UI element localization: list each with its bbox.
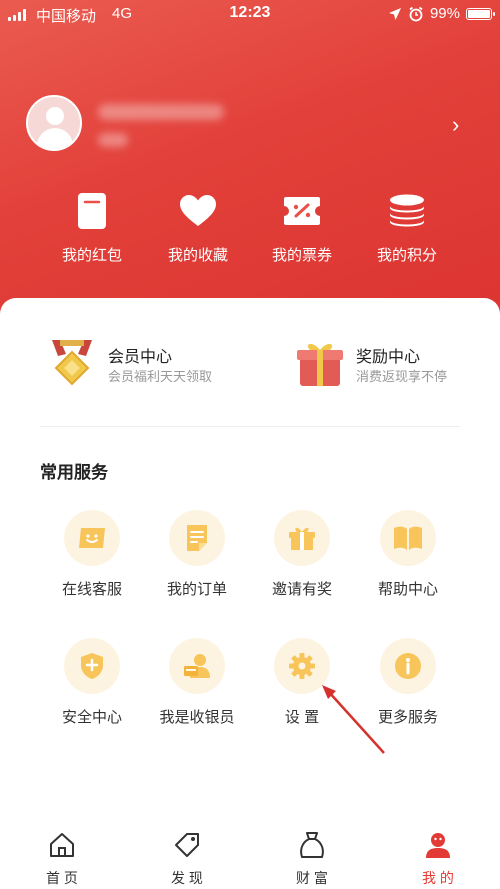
gear-icon (274, 638, 330, 694)
money-bag-icon (262, 830, 362, 860)
service-label: 安全中心 (61, 709, 122, 726)
tab-discover[interactable]: 发 现 (137, 830, 237, 888)
quick-actions: 我的红包 我的收藏 我的票券 我的积分 (0, 188, 500, 268)
tab-label: 财 富 (296, 870, 328, 886)
service-online-support[interactable]: 在线客服 (37, 510, 147, 599)
location-icon (388, 7, 401, 20)
tab-home[interactable]: 首 页 (12, 830, 112, 888)
gift-box-icon (294, 338, 346, 390)
shield-icon (64, 638, 120, 694)
ticket-icon (257, 188, 347, 234)
avatar[interactable] (26, 95, 82, 151)
status-right: 99% (388, 5, 495, 22)
service-cashier[interactable]: 我是收银员 (142, 638, 252, 727)
service-label: 我是收银员 (159, 709, 235, 726)
tab-label: 首 页 (46, 870, 78, 886)
service-help-center[interactable]: 帮助中心 (353, 510, 463, 599)
user-info-blurred (98, 133, 128, 147)
service-settings[interactable]: 设 置 (247, 638, 357, 727)
service-my-orders[interactable]: 我的订单 (142, 510, 252, 599)
order-icon (169, 510, 225, 566)
member-center-title: 会员中心 (108, 349, 173, 366)
tab-label: 我 的 (422, 870, 454, 886)
service-label: 邀请有奖 (271, 581, 332, 598)
reward-center-subtitle: 消费返现享不停 (356, 369, 448, 384)
quick-action-points[interactable]: 我的积分 (362, 188, 452, 265)
battery-icon (466, 7, 495, 20)
chat-icon (64, 510, 120, 566)
services-title: 常用服务 (40, 463, 108, 482)
heart-icon (153, 188, 243, 234)
content-card: 会员中心 会员福利天天领取 奖励中心 消费返现享不停 常用服务 在线客服 我的订… (0, 298, 500, 818)
tab-label: 发 现 (171, 870, 203, 886)
home-icon (12, 830, 112, 860)
quick-action-favorites[interactable]: 我的收藏 (153, 188, 243, 265)
service-invite-reward[interactable]: 邀请有奖 (247, 510, 357, 599)
quick-action-label: 我的积分 (376, 247, 437, 264)
gift-icon (274, 510, 330, 566)
quick-action-red-packet[interactable]: 我的红包 (47, 188, 137, 265)
service-label: 我的订单 (166, 581, 227, 598)
service-label: 帮助中心 (377, 581, 438, 598)
quick-action-label: 我的红包 (61, 247, 122, 264)
tag-icon (137, 830, 237, 860)
service-label: 设 置 (284, 709, 320, 726)
member-center-subtitle: 会员福利天天领取 (108, 369, 213, 384)
chevron-right-icon[interactable]: › (452, 112, 459, 138)
reward-center[interactable]: 奖励中心 消费返现享不停 (294, 338, 484, 390)
service-label: 在线客服 (61, 581, 122, 598)
member-center[interactable]: 会员中心 会员福利天天领取 (46, 338, 246, 390)
service-more[interactable]: 更多服务 (353, 638, 463, 727)
quick-action-label: 我的收藏 (167, 247, 228, 264)
cashier-icon (169, 638, 225, 694)
tab-mine[interactable]: 我 的 (388, 830, 488, 888)
status-bar: 中国移动 4G 12:23 99% (0, 0, 500, 30)
service-security-center[interactable]: 安全中心 (37, 638, 147, 727)
alarm-icon (409, 6, 423, 21)
reward-center-title: 奖励中心 (356, 349, 421, 366)
profile-icon (388, 830, 488, 860)
red-packet-icon (47, 188, 137, 234)
quick-action-tickets[interactable]: 我的票券 (257, 188, 347, 265)
tab-wealth[interactable]: 财 富 (262, 830, 362, 888)
book-icon (380, 510, 436, 566)
service-label: 更多服务 (377, 709, 438, 726)
coins-icon (362, 188, 452, 234)
medal-icon (46, 338, 98, 390)
quick-action-label: 我的票券 (271, 247, 332, 264)
username-blurred (98, 104, 224, 120)
tab-bar: 首 页 发 现 财 富 我 的 (0, 822, 500, 889)
divider (40, 426, 460, 427)
info-icon (380, 638, 436, 694)
battery-percent: 99% (429, 5, 460, 22)
header-background (0, 0, 500, 330)
